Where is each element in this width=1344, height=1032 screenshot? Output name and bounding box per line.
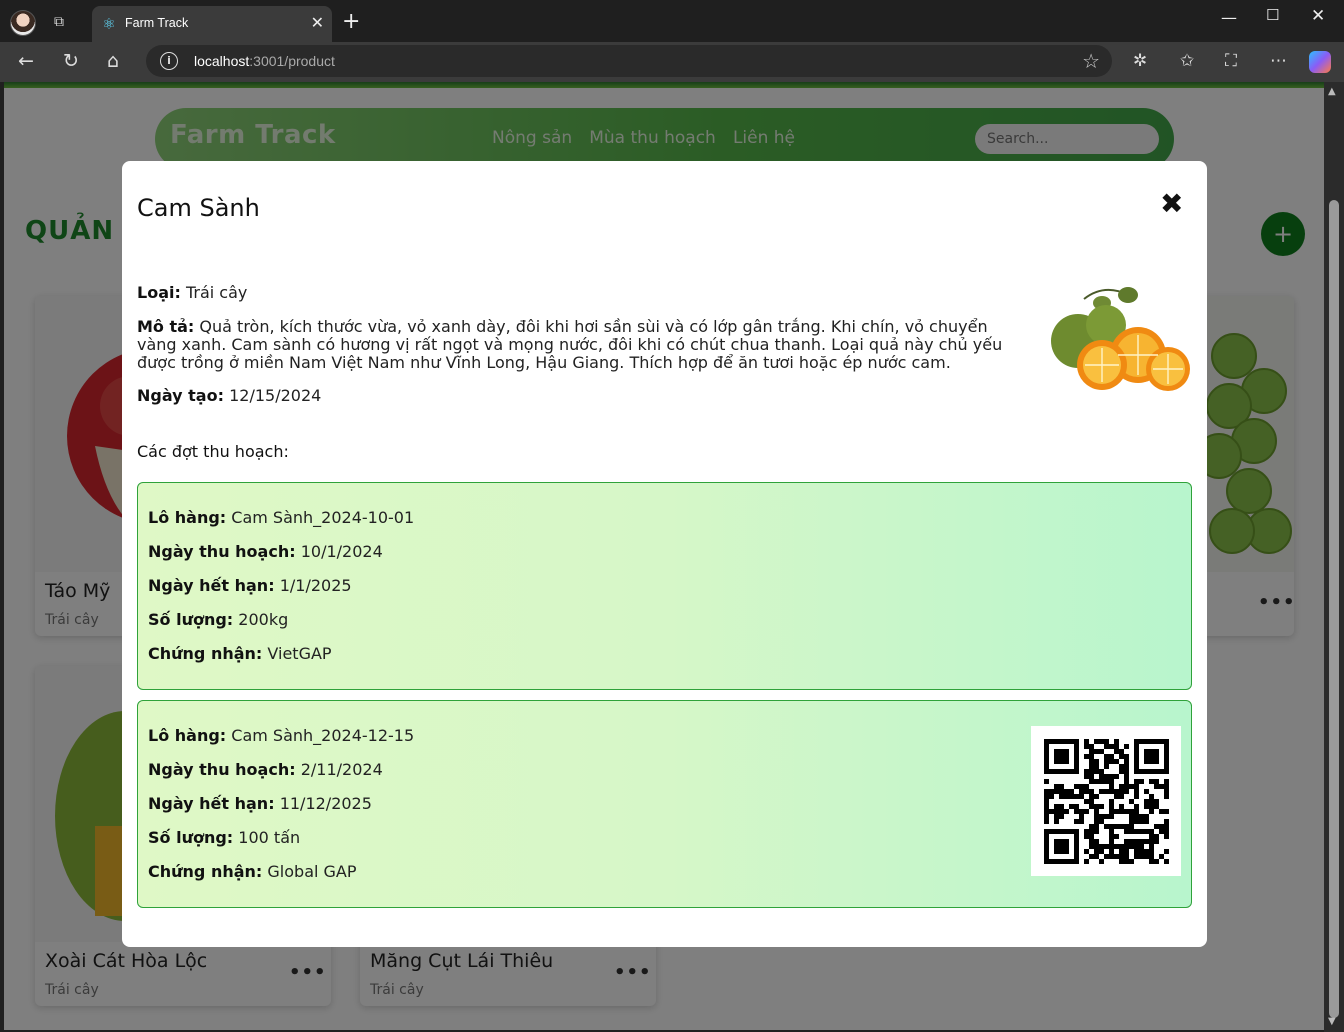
extensions-icon[interactable]: ✲ bbox=[1133, 51, 1147, 71]
certification-label: Chứng nhận: bbox=[148, 644, 263, 663]
harvest-date-value: 10/1/2024 bbox=[300, 542, 383, 561]
harvest-date-row: Ngày thu hoạch: 10/1/2024 bbox=[148, 542, 383, 561]
expiry-value: 11/12/2025 bbox=[279, 794, 372, 813]
maximize-icon[interactable]: ☐ bbox=[1266, 6, 1279, 24]
orange-product-image bbox=[1051, 287, 1190, 391]
type-label: Loại: bbox=[137, 283, 181, 302]
lot-row: Lô hàng: Cam Sành_2024-10-01 bbox=[148, 508, 414, 527]
created-label: Ngày tạo: bbox=[137, 386, 224, 405]
browser-toolbar: ← ↻ ⌂ i localhost:3001/product ☆ ✲ ✩ ⛶ ⋯ bbox=[0, 42, 1344, 82]
harvest-section-heading: Các đợt thu hoạch: bbox=[137, 442, 289, 461]
favorite-star-icon[interactable]: ☆ bbox=[1082, 49, 1100, 73]
expiry-label: Ngày hết hạn: bbox=[148, 576, 275, 595]
tab-title: Farm Track bbox=[125, 16, 189, 30]
page-scrollbar[interactable]: ▲ ▼ bbox=[1324, 82, 1344, 1032]
scrollbar-thumb[interactable] bbox=[1329, 200, 1339, 1018]
new-tab-icon[interactable]: + bbox=[342, 10, 360, 34]
expiry-row: Ngày hết hạn: 1/1/2025 bbox=[148, 576, 352, 595]
lot-label: Lô hàng: bbox=[148, 508, 227, 527]
quantity-row: Số lượng: 200kg bbox=[148, 610, 288, 629]
copilot-icon[interactable] bbox=[1309, 51, 1331, 73]
harvest-batch-card: Lô hàng: Cam Sành_2024-12-15 Ngày thu ho… bbox=[137, 700, 1192, 908]
site-info-icon[interactable]: i bbox=[160, 52, 178, 70]
certification-label: Chứng nhận: bbox=[148, 862, 263, 881]
product-description-row: Mô tả: Quả tròn, kích thước vừa, vỏ xanh… bbox=[137, 318, 1023, 372]
certification-row: Chứng nhận: Global GAP bbox=[148, 862, 357, 881]
lot-value: Cam Sành_2024-12-15 bbox=[231, 726, 415, 745]
minimize-icon[interactable]: — bbox=[1221, 8, 1237, 27]
url-text[interactable]: localhost:3001/product bbox=[194, 53, 335, 69]
scroll-down-icon[interactable]: ▼ bbox=[1328, 1016, 1336, 1027]
description-label: Mô tả: bbox=[137, 317, 195, 336]
lot-label: Lô hàng: bbox=[148, 726, 227, 745]
lot-row: Lô hàng: Cam Sành_2024-12-15 bbox=[148, 726, 414, 745]
react-favicon-icon: ⚛ bbox=[102, 15, 116, 33]
certification-value: Global GAP bbox=[267, 862, 357, 881]
certification-row: Chứng nhận: VietGAP bbox=[148, 644, 332, 663]
scroll-up-icon[interactable]: ▲ bbox=[1328, 86, 1336, 97]
qr-code[interactable] bbox=[1031, 726, 1181, 876]
address-bar[interactable]: i localhost:3001/product ☆ bbox=[146, 45, 1112, 77]
reload-icon[interactable]: ↻ bbox=[63, 50, 79, 72]
certification-value: VietGAP bbox=[267, 644, 332, 663]
harvest-batch-card: Lô hàng: Cam Sành_2024-10-01 Ngày thu ho… bbox=[137, 482, 1192, 690]
modal-title: Cam Sành bbox=[137, 194, 260, 222]
browser-tab[interactable]: ⚛ Farm Track ✕ bbox=[92, 6, 332, 42]
favorites-icon[interactable]: ✩ bbox=[1180, 51, 1194, 71]
quantity-value: 200kg bbox=[238, 610, 289, 629]
home-icon[interactable]: ⌂ bbox=[107, 50, 119, 72]
product-type-row: Loại: Trái cây bbox=[137, 284, 247, 302]
expiry-value: 1/1/2025 bbox=[279, 576, 352, 595]
quantity-label: Số lượng: bbox=[148, 828, 234, 847]
workspaces-icon[interactable]: ⧉ bbox=[54, 14, 72, 32]
description-value: Quả tròn, kích thước vừa, vỏ xanh dày, đ… bbox=[137, 317, 1003, 372]
expiry-label: Ngày hết hạn: bbox=[148, 794, 275, 813]
type-value: Trái cây bbox=[185, 283, 248, 302]
harvest-date-row: Ngày thu hoạch: 2/11/2024 bbox=[148, 760, 383, 779]
tab-close-icon[interactable]: ✕ bbox=[311, 14, 324, 32]
harvest-date-label: Ngày thu hoạch: bbox=[148, 760, 296, 779]
browser-titlebar: ⧉ ⚛ Farm Track ✕ + — ☐ ✕ bbox=[0, 0, 1344, 42]
lot-value: Cam Sành_2024-10-01 bbox=[231, 508, 415, 527]
created-date-row: Ngày tạo: 12/15/2024 bbox=[137, 387, 321, 405]
quantity-value: 100 tấn bbox=[238, 828, 301, 847]
product-detail-modal: Cam Sành ✖ Loại: Trái cây Mô tả: Quả trò… bbox=[122, 161, 1207, 947]
quantity-label: Số lượng: bbox=[148, 610, 234, 629]
more-menu-icon[interactable]: ⋯ bbox=[1270, 51, 1287, 71]
back-icon[interactable]: ← bbox=[18, 50, 34, 72]
close-icon[interactable]: ✖ bbox=[1160, 189, 1183, 219]
harvest-date-label: Ngày thu hoạch: bbox=[148, 542, 296, 561]
created-value: 12/15/2024 bbox=[229, 386, 322, 405]
qr-code-image bbox=[1031, 726, 1181, 876]
expiry-row: Ngày hết hạn: 11/12/2025 bbox=[148, 794, 372, 813]
profile-avatar[interactable] bbox=[10, 10, 36, 36]
quantity-row: Số lượng: 100 tấn bbox=[148, 828, 300, 847]
close-window-icon[interactable]: ✕ bbox=[1311, 6, 1325, 26]
screenshot-icon[interactable]: ⛶ bbox=[1225, 51, 1237, 71]
harvest-date-value: 2/11/2024 bbox=[300, 760, 383, 779]
